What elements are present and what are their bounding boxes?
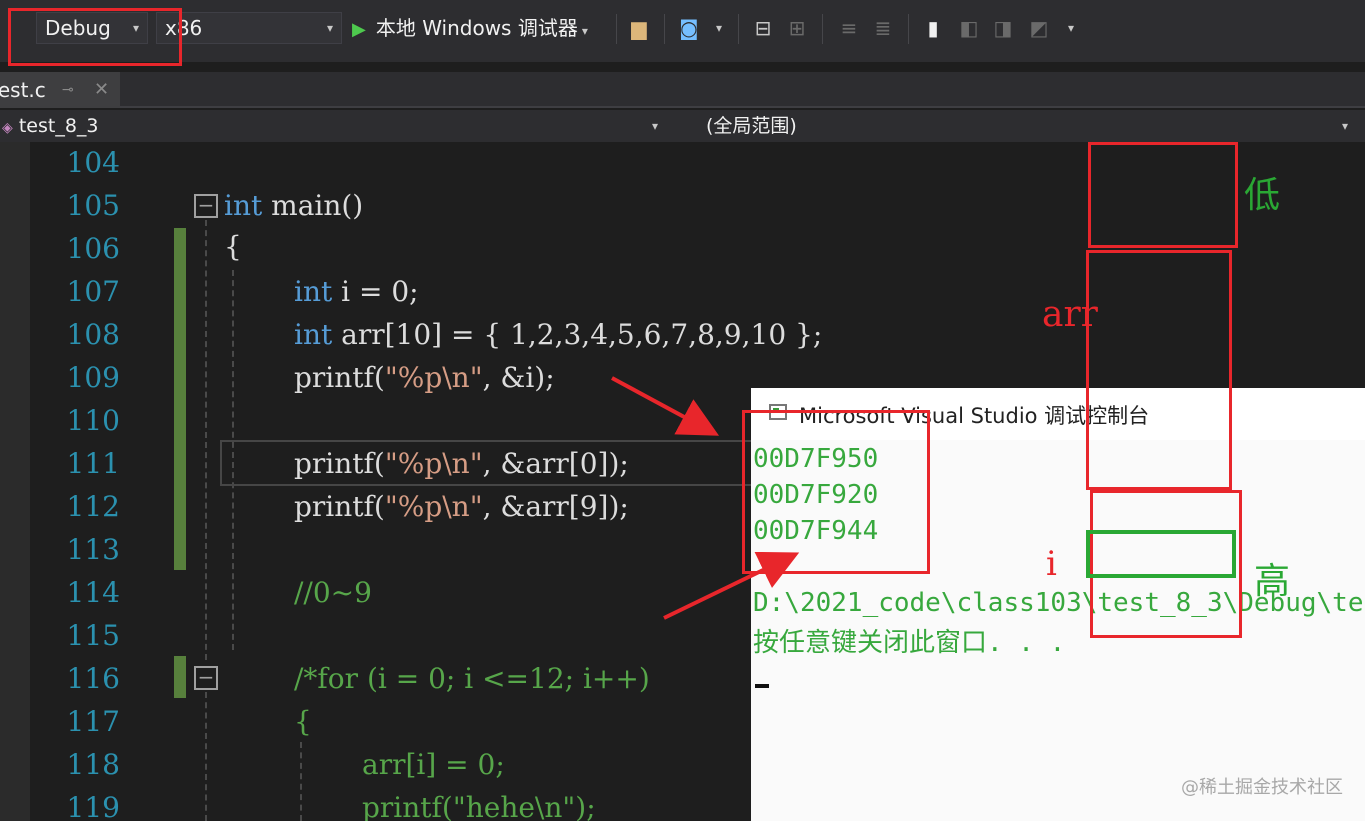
watermark: @稀土掘金技术社区 <box>1181 777 1343 798</box>
annotation-arrows <box>611 376 800 620</box>
arrow-i-to-address <box>611 376 720 436</box>
arrow-to-addresses <box>663 551 800 620</box>
